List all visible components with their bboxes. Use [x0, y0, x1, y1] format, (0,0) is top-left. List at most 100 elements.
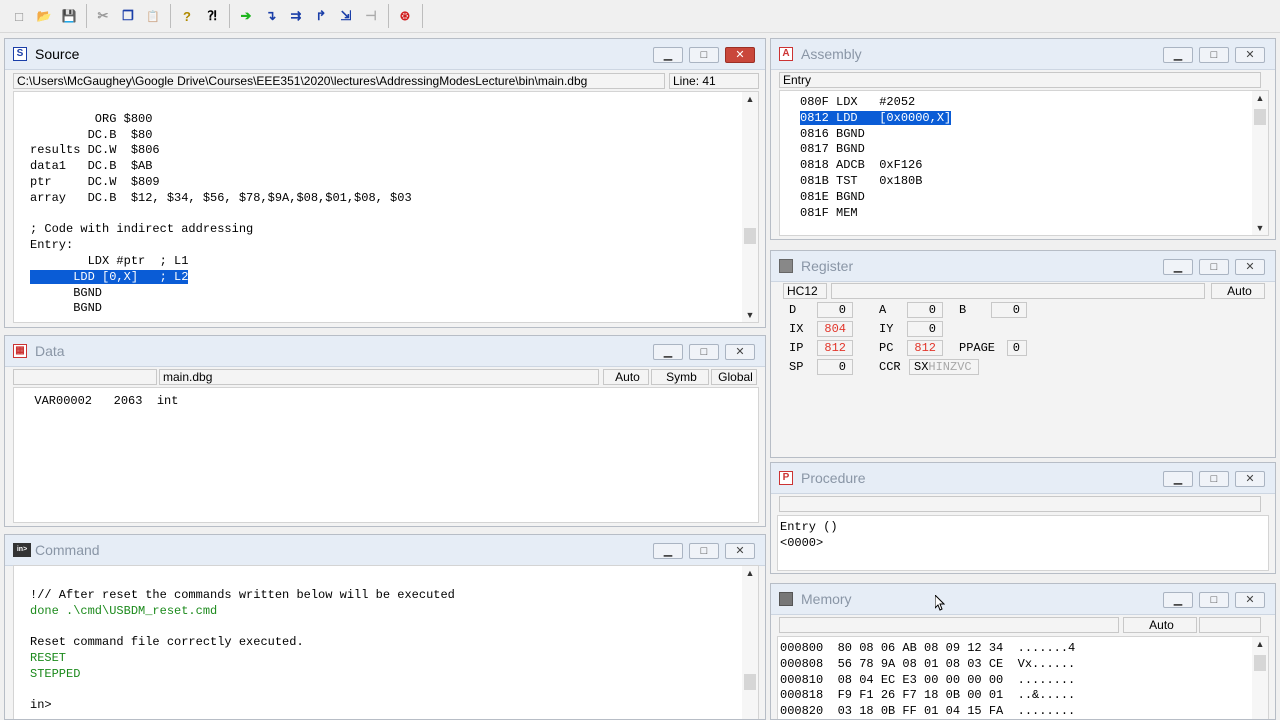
command-line[interactable]	[30, 619, 455, 635]
maximize-button[interactable]: □	[1199, 592, 1229, 608]
assembly-titlebar[interactable]: A Assembly ▁ □ ✕	[771, 39, 1275, 70]
minimize-button[interactable]: ▁	[653, 543, 683, 559]
memory-line[interactable]: 000818 F9 F1 26 F7 18 0B 00 01 ..&.....	[780, 688, 1075, 704]
maximize-button[interactable]: □	[1199, 471, 1229, 487]
single-step-icon[interactable]: ↴	[260, 5, 282, 27]
memory-scrollbar[interactable]: ▲	[1252, 637, 1268, 719]
scroll-thumb[interactable]	[1254, 109, 1266, 125]
command-line[interactable]: STEPPED	[30, 667, 455, 683]
register-value[interactable]: 0	[817, 359, 853, 375]
scroll-up-icon[interactable]: ▲	[742, 94, 758, 104]
minimize-button[interactable]: ▁	[1163, 471, 1193, 487]
source-line[interactable]	[30, 96, 412, 112]
memory-auto-button[interactable]: Auto	[1123, 617, 1197, 633]
command-line[interactable]: in>	[30, 698, 455, 714]
copy-icon[interactable]: ❐	[117, 5, 139, 27]
minimize-button[interactable]: ▁	[653, 344, 683, 360]
minimize-button[interactable]: ▁	[1163, 259, 1193, 275]
auto-button[interactable]: Auto	[603, 369, 649, 385]
source-line[interactable]: LDX #ptr ; L1	[30, 254, 412, 270]
minimize-button[interactable]: ▁	[653, 47, 683, 63]
source-line[interactable]: ptr DC.W $809	[30, 175, 412, 191]
memory-line[interactable]: 000820 03 18 0B FF 01 04 15 FA ........	[780, 704, 1075, 719]
command-line[interactable]: RESET	[30, 651, 455, 667]
procedure-view[interactable]: Entry () <0000>	[777, 515, 1269, 571]
source-line[interactable]: BGND	[30, 286, 412, 302]
command-console[interactable]: !// After reset the commands written bel…	[13, 565, 759, 719]
scroll-up-icon[interactable]: ▲	[1252, 93, 1268, 103]
close-button[interactable]: ✕	[1235, 592, 1265, 608]
scroll-up-icon[interactable]: ▲	[742, 568, 758, 578]
memory-view[interactable]: 000800 80 08 06 AB 08 09 12 34 .......4 0…	[777, 636, 1269, 719]
source-line[interactable]: ORG $800	[30, 112, 412, 128]
procedure-line[interactable]: Entry ()	[780, 520, 838, 536]
assembly-line[interactable]: 081E BGND	[800, 190, 951, 206]
close-button[interactable]: ✕	[1235, 47, 1265, 63]
close-button[interactable]: ✕	[1235, 471, 1265, 487]
register-auto-button[interactable]: Auto	[1211, 283, 1265, 299]
scroll-down-icon[interactable]: ▼	[1252, 223, 1268, 233]
minimize-button[interactable]: ▁	[1163, 592, 1193, 608]
memory-line[interactable]: 000810 08 04 EC E3 00 00 00 00 ........	[780, 673, 1075, 689]
source-titlebar[interactable]: S Source ▁ □ ✕	[5, 39, 765, 70]
register-value[interactable]: 0	[907, 302, 943, 318]
scroll-down-icon[interactable]: ▼	[742, 310, 758, 320]
global-button[interactable]: Global	[711, 369, 757, 385]
start-icon[interactable]: ➔	[235, 5, 257, 27]
register-value[interactable]: SXHINZVC	[909, 359, 979, 375]
scroll-thumb[interactable]	[744, 674, 756, 690]
register-value[interactable]: 0	[991, 302, 1027, 318]
register-value[interactable]: 812	[817, 340, 853, 356]
new-icon[interactable]: □	[8, 5, 30, 27]
assembly-line[interactable]: 0817 BGND	[800, 142, 951, 158]
halt-icon[interactable]: ⊣	[360, 5, 382, 27]
assembly-view[interactable]: 080F LDX #2052 0812 LDD [0x0000,X] 0816 BG…	[779, 90, 1269, 236]
source-line[interactable]: DC.B $80	[30, 128, 412, 144]
data-row[interactable]: VAR00002 2063 int	[20, 394, 178, 410]
maximize-button[interactable]: □	[689, 344, 719, 360]
command-line[interactable]: done .\cmd\USBDM_reset.cmd	[30, 604, 455, 620]
source-line[interactable]: LDD [0,X] ; L2	[30, 269, 412, 286]
assembly-line[interactable]: 081F MEM	[800, 206, 951, 222]
save-icon[interactable]: 💾	[58, 5, 80, 27]
source-line[interactable]: ; Code with indirect addressing	[30, 222, 412, 238]
source-code-view[interactable]: ORG $800 DC.B $80 results DC.W $806 data1 …	[13, 91, 759, 323]
register-value[interactable]: 812	[907, 340, 943, 356]
command-line[interactable]: !// After reset the commands written bel…	[30, 588, 455, 604]
maximize-button[interactable]: □	[689, 47, 719, 63]
assembly-line[interactable]: 080F LDX #2052	[800, 95, 951, 111]
source-line[interactable]	[30, 207, 412, 223]
register-value[interactable]: 804	[817, 321, 853, 337]
data-view[interactable]: VAR00002 2063 int	[13, 387, 759, 523]
symb-button[interactable]: Symb	[651, 369, 709, 385]
maximize-button[interactable]: □	[1199, 259, 1229, 275]
scroll-up-icon[interactable]: ▲	[1252, 639, 1268, 649]
step-out-icon[interactable]: ↱	[310, 5, 332, 27]
command-scrollbar[interactable]: ▲	[742, 566, 758, 719]
minimize-button[interactable]: ▁	[1163, 47, 1193, 63]
close-button[interactable]: ✕	[725, 47, 755, 63]
close-button[interactable]: ✕	[725, 543, 755, 559]
source-scrollbar[interactable]: ▲ ▼	[742, 92, 758, 322]
source-line[interactable]: BGND	[30, 301, 412, 317]
context-help-icon[interactable]: ⁈	[201, 5, 223, 27]
source-line[interactable]: Entry:	[30, 238, 412, 254]
data-titlebar[interactable]: ▦ Data ▁ □ ✕	[5, 336, 765, 367]
procedure-line[interactable]: <0000>	[780, 536, 838, 552]
source-line[interactable]: results DC.W $806	[30, 143, 412, 159]
paste-icon[interactable]: 📋	[142, 5, 164, 27]
assembly-step-icon[interactable]: ⇲	[335, 5, 357, 27]
command-titlebar[interactable]: in> Command ▁ □ ✕	[5, 535, 765, 566]
assembly-scrollbar[interactable]: ▲ ▼	[1252, 91, 1268, 235]
register-value[interactable]: 0	[907, 321, 943, 337]
source-line[interactable]: array DC.B $12, $34, $56, $78,$9A,$08,$0…	[30, 191, 412, 207]
command-line[interactable]: Reset command file correctly executed.	[30, 635, 455, 651]
procedure-titlebar[interactable]: P Procedure ▁ □ ✕	[771, 463, 1275, 494]
reset-icon[interactable]: ⊛	[394, 5, 416, 27]
register-value[interactable]: 0	[1007, 340, 1027, 356]
command-line[interactable]	[30, 572, 455, 588]
assembly-line[interactable]: 081B TST 0x180B	[800, 174, 951, 190]
assembly-line[interactable]: 0816 BGND	[800, 127, 951, 143]
command-line[interactable]	[30, 683, 455, 699]
step-over-icon[interactable]: ⇉	[285, 5, 307, 27]
